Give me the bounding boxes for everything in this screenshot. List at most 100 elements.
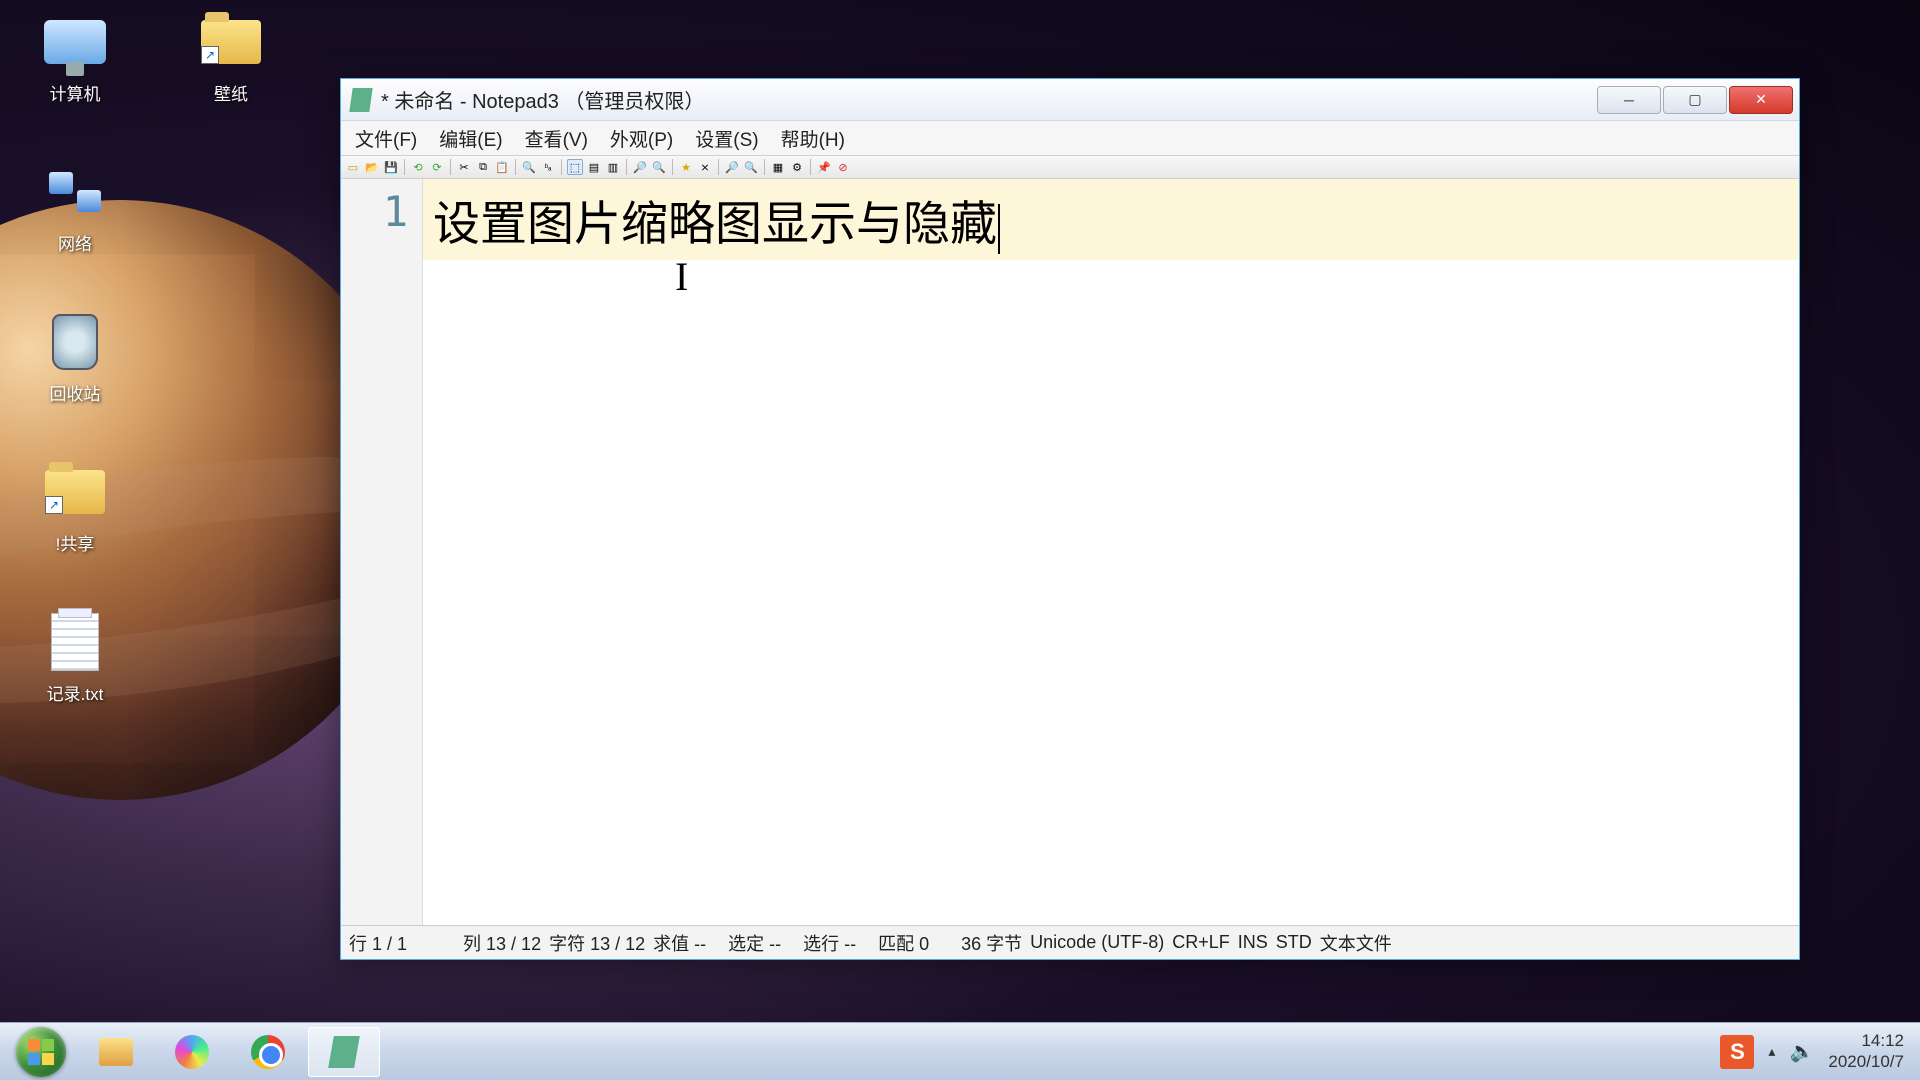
explorer-icon: [99, 1038, 133, 1066]
status-eval: 求值 --: [653, 930, 706, 956]
tb-indent-icon[interactable]: ▤: [586, 159, 602, 175]
desktop-icon-wallpaper[interactable]: ↗ 壁纸: [176, 10, 286, 120]
icon-label: 计算机: [50, 80, 101, 105]
tb-bookmark-icon[interactable]: ★: [678, 159, 694, 175]
notepad-icon: [328, 1036, 360, 1068]
desktop-icon-network[interactable]: 网络: [20, 160, 130, 270]
separator: [810, 159, 811, 175]
tb-save-icon[interactable]: 💾: [383, 159, 399, 175]
tb-find-icon[interactable]: 🔍: [521, 159, 537, 175]
tb-open-icon[interactable]: 📂: [364, 159, 380, 175]
menu-appearance[interactable]: 外观(P): [602, 121, 681, 156]
status-col: 列 13 / 12: [463, 930, 541, 956]
taskbar-item-browser[interactable]: [156, 1027, 228, 1077]
icon-label: 网络: [58, 230, 92, 255]
tb-settings-icon[interactable]: ⚙: [789, 159, 805, 175]
tb-clear-icon[interactable]: ⨯: [697, 159, 713, 175]
desktop[interactable]: 计算机 ↗ 壁纸 网络 回收站 ↗ !共享 记录.txt * 未命名 - Not…: [0, 0, 1920, 1080]
separator: [561, 159, 562, 175]
shortcut-badge-icon: ↗: [201, 46, 219, 64]
icon-label: 回收站: [50, 380, 101, 405]
recycle-bin-icon: [43, 310, 107, 374]
separator: [515, 159, 516, 175]
tb-exit-icon[interactable]: ⊘: [835, 159, 851, 175]
tb-replace-icon[interactable]: ᵇₐ: [540, 159, 556, 175]
clock[interactable]: 14:12 2020/10/7: [1828, 1031, 1904, 1072]
tb-paste-icon[interactable]: 📋: [494, 159, 510, 175]
icon-label: 壁纸: [214, 80, 248, 105]
menubar: 文件(F) 编辑(E) 查看(V) 外观(P) 设置(S) 帮助(H): [341, 121, 1799, 155]
separator: [718, 159, 719, 175]
browser-icon: [175, 1035, 209, 1069]
status-ins: INS: [1238, 932, 1268, 953]
tb-zoom-out-icon[interactable]: 🔍: [651, 159, 667, 175]
line-gutter: 1: [341, 179, 423, 925]
separator: [450, 159, 451, 175]
taskbar-item-chrome[interactable]: [232, 1027, 304, 1077]
icon-label: !共享: [56, 530, 95, 555]
status-sellines: 选行 --: [803, 930, 856, 956]
status-bytes: 36 字节: [961, 930, 1022, 956]
start-orb-icon: [16, 1027, 66, 1077]
editor-content: 设置图片缩略图显示与隐藏: [433, 199, 997, 251]
ime-indicator[interactable]: S: [1720, 1035, 1754, 1069]
desktop-icon-notes[interactable]: 记录.txt: [20, 610, 130, 720]
start-button[interactable]: [4, 1025, 78, 1079]
titlebar[interactable]: * 未命名 - Notepad3 （管理员权限） ─ ▢ ✕: [341, 79, 1799, 121]
text-file-icon: [43, 610, 107, 674]
separator: [404, 159, 405, 175]
minimize-button[interactable]: ─: [1597, 86, 1661, 114]
app-icon: [349, 88, 372, 112]
tb-cut-icon[interactable]: ✂: [456, 159, 472, 175]
folder-icon: ↗: [199, 10, 263, 74]
close-button[interactable]: ✕: [1729, 86, 1793, 114]
text-area[interactable]: 设置图片缩略图显示与隐藏 I: [423, 179, 1799, 925]
taskbar-item-notepad3[interactable]: [308, 1027, 380, 1077]
shortcut-badge-icon: ↗: [45, 496, 63, 514]
taskbar-item-explorer[interactable]: [80, 1027, 152, 1077]
toolbar: ▭ 📂 💾 ⟲ ⟳ ✂ ⧉ 📋 🔍 ᵇₐ ⬚ ▤ ▥ 🔎 🔍 ★ ⨯ 🔎: [341, 155, 1799, 179]
desktop-icon-share[interactable]: ↗ !共享: [20, 460, 130, 570]
folder-icon: ↗: [43, 460, 107, 524]
system-tray: S ▴ 🔈 14:12 2020/10/7: [1720, 1031, 1916, 1072]
window-title: * 未命名 - Notepad3 （管理员权限）: [381, 85, 704, 114]
status-eol: CR+LF: [1172, 932, 1230, 953]
taskbar: S ▴ 🔈 14:12 2020/10/7: [0, 1022, 1920, 1080]
menu-settings[interactable]: 设置(S): [687, 121, 766, 156]
tb-scheme-icon[interactable]: ▦: [770, 159, 786, 175]
maximize-button[interactable]: ▢: [1663, 86, 1727, 114]
tray-show-hidden-icon[interactable]: ▴: [1768, 1043, 1775, 1060]
status-std: STD: [1276, 932, 1312, 953]
menu-view[interactable]: 查看(V): [517, 121, 596, 156]
network-icon: [43, 160, 107, 224]
status-encoding: Unicode (UTF-8): [1030, 932, 1164, 953]
tb-zoomreset-icon[interactable]: 🔎: [724, 159, 740, 175]
tb-new-icon[interactable]: ▭: [345, 159, 361, 175]
status-sel: 选定 --: [728, 930, 781, 956]
notepad3-window: * 未命名 - Notepad3 （管理员权限） ─ ▢ ✕ 文件(F) 编辑(…: [340, 78, 1800, 960]
editor-area: 1 设置图片缩略图显示与隐藏 I: [341, 179, 1799, 925]
window-controls: ─ ▢ ✕: [1597, 86, 1793, 114]
tb-redo-icon[interactable]: ⟳: [429, 159, 445, 175]
line-number: 1: [341, 187, 408, 236]
desktop-icon-computer[interactable]: 计算机: [20, 10, 130, 120]
tb-pin-icon[interactable]: 📌: [816, 159, 832, 175]
tb-copy-icon[interactable]: ⧉: [475, 159, 491, 175]
tb-outdent-icon[interactable]: ▥: [605, 159, 621, 175]
menu-file[interactable]: 文件(F): [347, 121, 425, 156]
tb-zoom-in-icon[interactable]: 🔎: [632, 159, 648, 175]
volume-icon[interactable]: 🔈: [1789, 1039, 1814, 1064]
clock-time: 14:12: [1828, 1031, 1904, 1051]
tb-undo-icon[interactable]: ⟲: [410, 159, 426, 175]
desktop-icons: 计算机 ↗ 壁纸 网络 回收站 ↗ !共享 记录.txt: [20, 10, 130, 760]
menu-edit[interactable]: 编辑(E): [431, 121, 510, 156]
tb-zoomfit-icon[interactable]: 🔍: [743, 159, 759, 175]
menu-help[interactable]: 帮助(H): [773, 121, 853, 156]
chrome-icon: [251, 1035, 285, 1069]
tb-wordwrap-icon[interactable]: ⬚: [567, 159, 583, 175]
status-line: 行 1 / 1: [349, 930, 407, 956]
desktop-icon-recycle[interactable]: 回收站: [20, 310, 130, 420]
icon-label: 记录.txt: [47, 680, 104, 705]
clock-date: 2020/10/7: [1828, 1052, 1904, 1072]
status-char: 字符 13 / 12: [549, 930, 645, 956]
